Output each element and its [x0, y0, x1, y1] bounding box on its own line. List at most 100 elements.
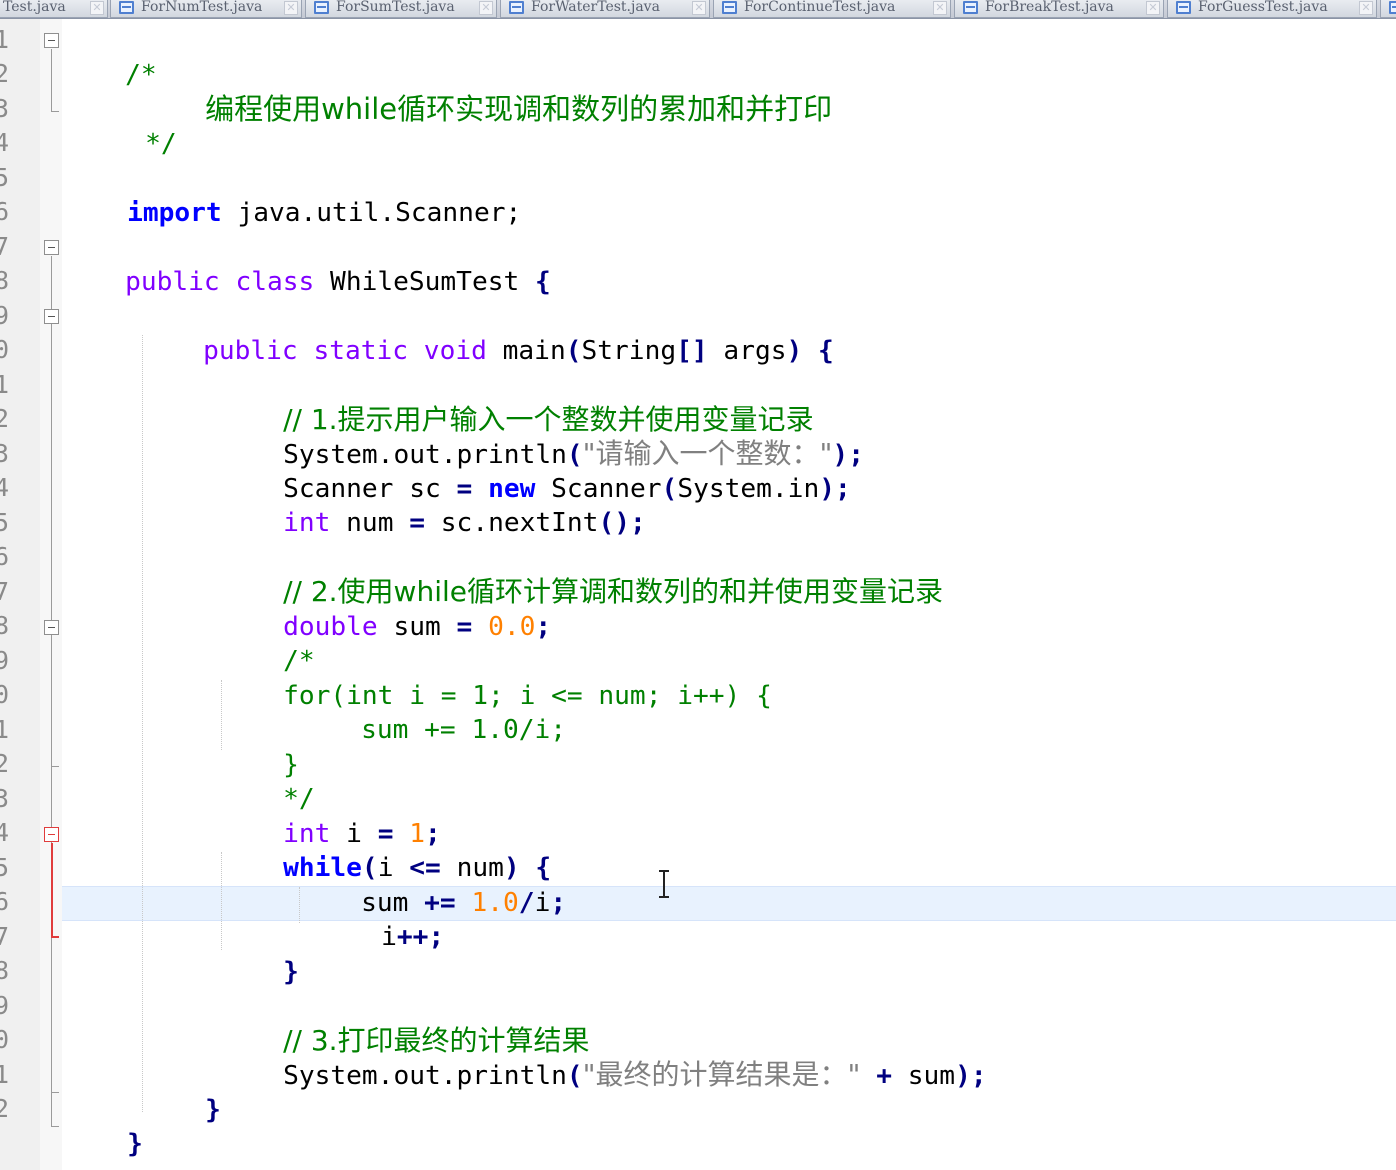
line-number: 3: [0, 439, 10, 468]
code-line-32: }: [64, 1092, 143, 1159]
close-icon[interactable]: ✕: [692, 1, 706, 15]
code-line-3: */: [82, 92, 177, 159]
close-icon[interactable]: ✕: [933, 1, 947, 15]
line-number: 6: [0, 542, 10, 571]
code-line-21: }: [220, 713, 299, 780]
document-icon: [509, 1, 524, 14]
comment-token: 编程使用while循环实现调和数列的累加和并打印: [205, 91, 833, 126]
number-token: 0.0: [488, 611, 536, 642]
line-number: 3: [0, 94, 10, 123]
operator-token: ++;: [396, 921, 445, 952]
editor-tab-bar: Test.java ✕ ForNumTest.java ✕ ForSumTest…: [0, 0, 1396, 19]
fold-end-marker: [51, 766, 59, 767]
code-line-24: while(i <= num) {: [220, 816, 551, 883]
tab-label: ForWaterTest.java: [531, 0, 660, 15]
paren-token: );: [955, 1060, 987, 1091]
code-line-14: int num = sc.nextInt();: [220, 471, 646, 538]
line-number: 6: [0, 197, 10, 226]
operator-token: =: [456, 611, 473, 642]
code-line-2: 编程使用while循环实现调和数列的累加和并打印: [142, 57, 832, 126]
line-number: 1: [0, 715, 10, 744]
close-icon[interactable]: ✕: [90, 1, 104, 15]
fold-end-marker: [51, 936, 59, 938]
identifier-token: WhileSumTest: [314, 266, 536, 297]
number-token: 1.0: [471, 887, 519, 918]
tab-fornumtest-java[interactable]: ForNumTest.java ✕: [110, 0, 302, 18]
close-icon[interactable]: ✕: [1146, 1, 1160, 15]
code-line-31: }: [142, 1058, 221, 1125]
document-icon: [1176, 1, 1191, 14]
fold-toggle-icon[interactable]: [44, 240, 59, 255]
operator-token: /: [518, 887, 535, 918]
fold-end-marker: [51, 1126, 59, 1127]
tab-label: ForContinueTest.java: [744, 0, 896, 15]
identifier-token: num: [330, 507, 410, 538]
tab-label: Test.java: [3, 0, 66, 15]
document-icon: [1389, 1, 1396, 14]
tab-forbreaktest-java[interactable]: ForBreakTest.java ✕: [954, 0, 1164, 18]
identifier-token: sum: [891, 1060, 956, 1091]
line-number: 0: [0, 680, 10, 709]
tab-forcontinuetest-java[interactable]: ForContinueTest.java ✕: [713, 0, 951, 18]
code-line-27: }: [220, 920, 299, 987]
paren-token: ();: [598, 507, 646, 538]
semicolon-token: ;: [550, 887, 567, 918]
line-number: 5: [0, 853, 10, 882]
line-number: 4: [0, 128, 10, 157]
operator-token: =: [409, 507, 426, 538]
bracket-token: []: [676, 335, 708, 366]
close-icon[interactable]: ✕: [1359, 1, 1373, 15]
code-editor[interactable]: /* 编程使用while循环实现调和数列的累加和并打印 */ import ja…: [62, 19, 1396, 1170]
paren-token: (: [565, 335, 582, 366]
code-line-25: sum += 1.0/i;: [298, 851, 566, 918]
line-number: 1: [0, 1060, 10, 1089]
line-number: 1: [0, 370, 10, 399]
fold-guide-active: [51, 843, 53, 936]
tab-forguesstest-java[interactable]: ForGuessTest.java ✕: [1167, 0, 1377, 18]
code-line-9: public static void main(String[] args) {: [140, 299, 834, 366]
paren-token: ): [786, 335, 803, 366]
brace-token: {: [802, 335, 834, 366]
tab-test-java[interactable]: Test.java ✕: [0, 0, 108, 18]
close-icon[interactable]: ✕: [479, 1, 493, 15]
fold-toggle-icon[interactable]: [44, 33, 59, 48]
keyword-token: import: [127, 197, 222, 228]
tab-forwatertest-java[interactable]: ForWaterTest.java ✕: [500, 0, 710, 18]
fold-toggle-icon[interactable]: [44, 309, 59, 324]
identifier-token: i: [381, 921, 397, 952]
identifier-token: java.util.Scanner;: [221, 197, 522, 228]
paren-token: (: [566, 1060, 583, 1091]
fold-toggle-icon[interactable]: [44, 620, 59, 635]
code-line-11: // 1.提示用户输入一个整数并使用变量记录: [220, 368, 814, 436]
current-line-highlight: [62, 886, 1396, 921]
code-line-18: /*: [220, 609, 315, 676]
keyword-token: int: [283, 507, 331, 538]
line-number: 9: [0, 301, 10, 330]
fold-end-marker: [51, 111, 59, 112]
identifier-token: args: [707, 335, 787, 366]
line-number: 2: [0, 1094, 10, 1123]
line-number: 6: [0, 887, 10, 916]
code-line-19: for(int i = 1; i <= num; i++) {: [220, 644, 772, 711]
code-line-13: Scanner sc = new Scanner(System.in);: [220, 437, 851, 504]
line-number: 9: [0, 646, 10, 675]
comment-token: */: [145, 128, 177, 159]
line-number: 2: [0, 59, 10, 88]
fold-toggle-icon[interactable]: [44, 827, 59, 842]
code-line-30: System.out.println("最终的计算结果是：" + sum);: [220, 1023, 987, 1091]
close-icon[interactable]: ✕: [284, 1, 298, 15]
line-number: 2: [0, 749, 10, 778]
brace-token: }: [283, 956, 299, 987]
code-line-23: int i = 1;: [220, 782, 441, 849]
code-line-17: double sum = 0.0;: [220, 575, 551, 642]
identifier-token: sc.nextInt: [425, 507, 599, 538]
code-line-5: import java.util.Scanner;: [64, 161, 521, 228]
code-line-29: // 3.打印最终的计算结果: [220, 989, 589, 1057]
tab-overflow[interactable]: [1380, 0, 1396, 18]
line-number: 2: [0, 404, 10, 433]
tab-forsumtest-java[interactable]: ForSumTest.java ✕: [305, 0, 497, 18]
code-line-1: /*: [62, 23, 157, 90]
indent-guide: [142, 335, 143, 1112]
semicolon-token: ;: [535, 611, 552, 642]
